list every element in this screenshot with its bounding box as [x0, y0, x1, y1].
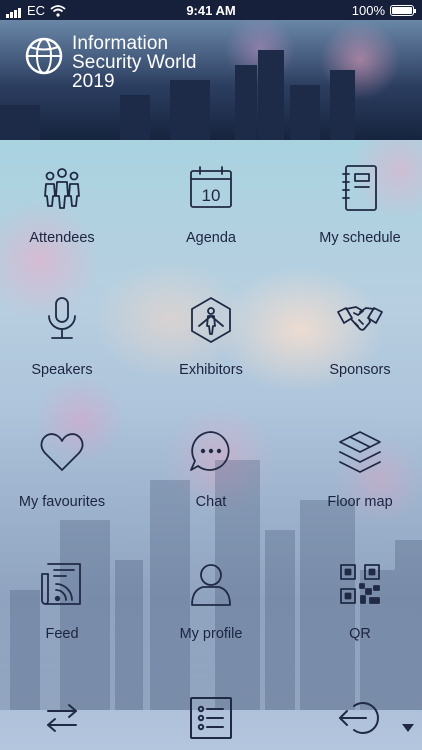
logout-button[interactable] [338, 696, 382, 740]
menu-my-favourites[interactable]: My favourites [0, 404, 132, 536]
main-menu-grid: Attendees 10 Agenda My schedule Speakers… [0, 140, 422, 685]
menu-sponsors[interactable]: Sponsors [290, 272, 422, 404]
menu-chat[interactable]: Chat [141, 404, 281, 536]
menu-attendees[interactable]: Attendees [0, 140, 132, 272]
menu-agenda[interactable]: 10 Agenda [141, 140, 281, 272]
menu-my-profile[interactable]: My profile [141, 536, 281, 668]
bottom-bar [0, 690, 422, 750]
notebook-icon [336, 164, 384, 212]
menu-exhibitors[interactable]: Exhibitors [141, 272, 281, 404]
user-icon [187, 560, 235, 608]
event-title: Information Security World 2019 [72, 34, 197, 91]
menu-floor-map[interactable]: Floor map [290, 404, 422, 536]
menu-speakers[interactable]: Speakers [0, 272, 132, 404]
microphone-icon [38, 296, 86, 344]
menu-feed-label: Feed [45, 626, 79, 642]
list-icon [190, 697, 232, 739]
menu-my-schedule-label: My schedule [319, 230, 401, 246]
menu-qr-label: QR [349, 626, 371, 642]
event-logo: Information Security World 2019 [24, 34, 197, 91]
menu-qr[interactable]: QR [290, 536, 422, 668]
menu-my-schedule[interactable]: My schedule [290, 140, 422, 272]
menu-my-favourites-label: My favourites [18, 494, 106, 510]
calendar-day: 10 [202, 186, 221, 205]
menu-speakers-label: Speakers [31, 362, 93, 378]
switch-event-button[interactable] [40, 696, 84, 740]
menu-my-profile-label: My profile [179, 626, 243, 642]
battery-percent: 100% [351, 3, 385, 18]
logout-icon [339, 702, 379, 734]
menu-chat-label: Chat [195, 494, 227, 510]
list-button[interactable] [189, 696, 233, 740]
menu-exhibitors-label: Exhibitors [179, 362, 243, 378]
attendees-icon [38, 164, 86, 212]
header-banner: Information Security World 2019 [0, 20, 422, 140]
chat-bubble-icon [187, 428, 235, 476]
menu-attendees-label: Attendees [29, 230, 95, 246]
event-title-line3: 2019 [72, 71, 115, 92]
news-feed-icon [38, 560, 86, 608]
qr-code-icon [336, 560, 384, 608]
floor-map-icon [336, 428, 384, 476]
battery-icon [390, 5, 416, 16]
event-title-line1: Information [72, 33, 169, 54]
heart-icon [38, 428, 86, 476]
calendar-icon: 10 [187, 164, 235, 212]
handshake-icon [336, 296, 384, 344]
status-right: 100% [351, 3, 416, 18]
caret-down-icon[interactable] [402, 724, 414, 732]
status-bar: EC 9:41 AM 100% [0, 0, 422, 20]
switch-arrows-icon [47, 704, 77, 732]
menu-feed[interactable]: Feed [0, 536, 132, 668]
menu-sponsors-label: Sponsors [329, 362, 391, 378]
exhibitor-stand-icon [187, 296, 235, 344]
menu-floor-map-label: Floor map [327, 494, 393, 510]
event-title-line2: Security World [72, 52, 197, 73]
menu-agenda-label: Agenda [186, 230, 236, 246]
globe-icon [25, 37, 63, 75]
